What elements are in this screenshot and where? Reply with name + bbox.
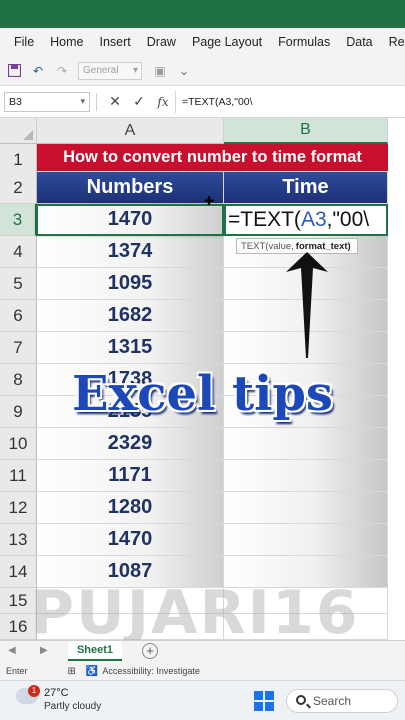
chevron-left-icon[interactable]: ◀ bbox=[8, 645, 16, 656]
watermark: PUJARI16 bbox=[30, 578, 360, 648]
number-cell[interactable]: 2329 bbox=[37, 428, 224, 460]
time-cell[interactable] bbox=[224, 492, 388, 524]
tab-data[interactable]: Data bbox=[346, 35, 372, 49]
search-icon bbox=[296, 695, 306, 705]
accessibility-icon: ♿ bbox=[85, 665, 99, 677]
number-cell[interactable]: 1470 bbox=[37, 524, 224, 556]
quick-access-toolbar: ↶ ↷ General ▾ ▣ ⌄ bbox=[0, 56, 405, 86]
row-header[interactable]: 4 bbox=[0, 236, 37, 268]
overlay-caption: Excel tips bbox=[72, 366, 333, 422]
formula-input[interactable]: =TEXT(A3,"00\ bbox=[175, 90, 405, 113]
weather-condition: Partly cloudy bbox=[44, 701, 102, 712]
number-format-value: General bbox=[83, 65, 119, 76]
column-header-b[interactable]: B bbox=[224, 118, 388, 144]
header-numbers-cell[interactable]: Numbers bbox=[37, 172, 224, 204]
formula-bar: B3 ▾ ✕ ✓ fx =TEXT(A3,"00\ bbox=[0, 86, 405, 118]
sheet-title-cell[interactable]: How to convert number to time format bbox=[37, 144, 388, 172]
divider bbox=[96, 92, 97, 111]
save-icon[interactable] bbox=[6, 63, 22, 79]
accessibility-status[interactable]: Accessibility: Investigate bbox=[102, 666, 200, 676]
tab-draw[interactable]: Draw bbox=[147, 35, 176, 49]
row-header[interactable]: 11 bbox=[0, 460, 37, 492]
windows-start-icon[interactable] bbox=[254, 691, 274, 711]
chevron-right-icon[interactable]: ▶ bbox=[40, 645, 48, 656]
time-cell[interactable] bbox=[224, 460, 388, 492]
move-cursor-icon: ✚ bbox=[204, 194, 215, 208]
insert-function-icon[interactable]: fx bbox=[151, 95, 175, 109]
column-header-a[interactable]: A bbox=[37, 118, 224, 144]
sheet-tab-active[interactable]: Sheet1 bbox=[68, 641, 122, 661]
name-box-value: B3 bbox=[9, 95, 22, 108]
row-header[interactable]: 6 bbox=[0, 300, 37, 332]
row-header[interactable]: 7 bbox=[0, 332, 37, 364]
row-header[interactable]: 12 bbox=[0, 492, 37, 524]
header-time-cell[interactable]: Time bbox=[224, 172, 388, 204]
taskbar: 1 27°C Partly cloudy Search bbox=[0, 680, 405, 720]
add-sheet-icon[interactable]: + bbox=[142, 643, 158, 659]
redo-icon[interactable]: ↷ bbox=[54, 63, 70, 79]
arrow-up-icon bbox=[286, 252, 328, 358]
enter-icon[interactable]: ✓ bbox=[127, 93, 151, 110]
number-cell[interactable]: 1315 bbox=[37, 332, 224, 364]
row-header[interactable]: 2 bbox=[0, 172, 37, 204]
tab-home[interactable]: Home bbox=[50, 35, 83, 49]
customize-toolbar-icon[interactable]: ⌄ bbox=[176, 63, 192, 79]
editing-cell-b3[interactable]: =TEXT(A3 ,"00\ bbox=[224, 204, 388, 236]
time-cell[interactable] bbox=[224, 524, 388, 556]
row-header[interactable]: 13 bbox=[0, 524, 37, 556]
number-cell[interactable]: 1280 bbox=[37, 492, 224, 524]
formula-suffix: ,"00\ bbox=[326, 208, 370, 231]
cancel-icon[interactable]: ✕ bbox=[103, 93, 127, 110]
camera-icon[interactable]: ▣ bbox=[152, 63, 168, 79]
row-header[interactable]: 5 bbox=[0, 268, 37, 300]
tab-review[interactable]: Revi bbox=[389, 35, 405, 49]
chevron-down-icon: ▾ bbox=[132, 65, 138, 76]
taskbar-search[interactable]: Search bbox=[286, 689, 398, 713]
formula-prefix: =TEXT( bbox=[228, 208, 301, 231]
formula-reference: A3 bbox=[300, 208, 327, 231]
tab-page-layout[interactable]: Page Layout bbox=[192, 35, 262, 49]
status-mode: Enter bbox=[6, 666, 28, 676]
row-header[interactable]: 3 bbox=[0, 204, 37, 236]
status-bar: Enter ⊞ ♿ Accessibility: Investigate bbox=[0, 662, 405, 680]
tab-formulas[interactable]: Formulas bbox=[278, 35, 330, 49]
grid-icon: ⊞ bbox=[67, 665, 76, 677]
tab-insert[interactable]: Insert bbox=[100, 35, 131, 49]
undo-icon[interactable]: ↶ bbox=[30, 63, 46, 79]
select-all-corner[interactable] bbox=[0, 118, 37, 144]
chevron-down-icon: ▾ bbox=[80, 96, 85, 106]
ribbon-tabs: File Home Insert Draw Page Layout Formul… bbox=[0, 28, 405, 56]
tab-file[interactable]: File bbox=[14, 35, 34, 49]
row-header[interactable]: 10 bbox=[0, 428, 37, 460]
sheet-tab-bar: ◀ ▶ Sheet1 + bbox=[0, 640, 405, 662]
name-box[interactable]: B3 ▾ bbox=[4, 91, 90, 112]
number-cell[interactable]: 1682 bbox=[37, 300, 224, 332]
number-cell[interactable]: 1374 bbox=[37, 236, 224, 268]
selection-range bbox=[36, 204, 224, 236]
number-cell[interactable]: 1171 bbox=[37, 460, 224, 492]
number-cell[interactable]: 1095 bbox=[37, 268, 224, 300]
weather-temperature: 27°C bbox=[44, 687, 69, 699]
time-cell[interactable] bbox=[224, 428, 388, 460]
search-label: Search bbox=[313, 694, 352, 708]
notification-badge: 1 bbox=[28, 685, 40, 697]
title-bar bbox=[0, 0, 405, 28]
number-format-dropdown[interactable]: General ▾ bbox=[78, 61, 142, 80]
